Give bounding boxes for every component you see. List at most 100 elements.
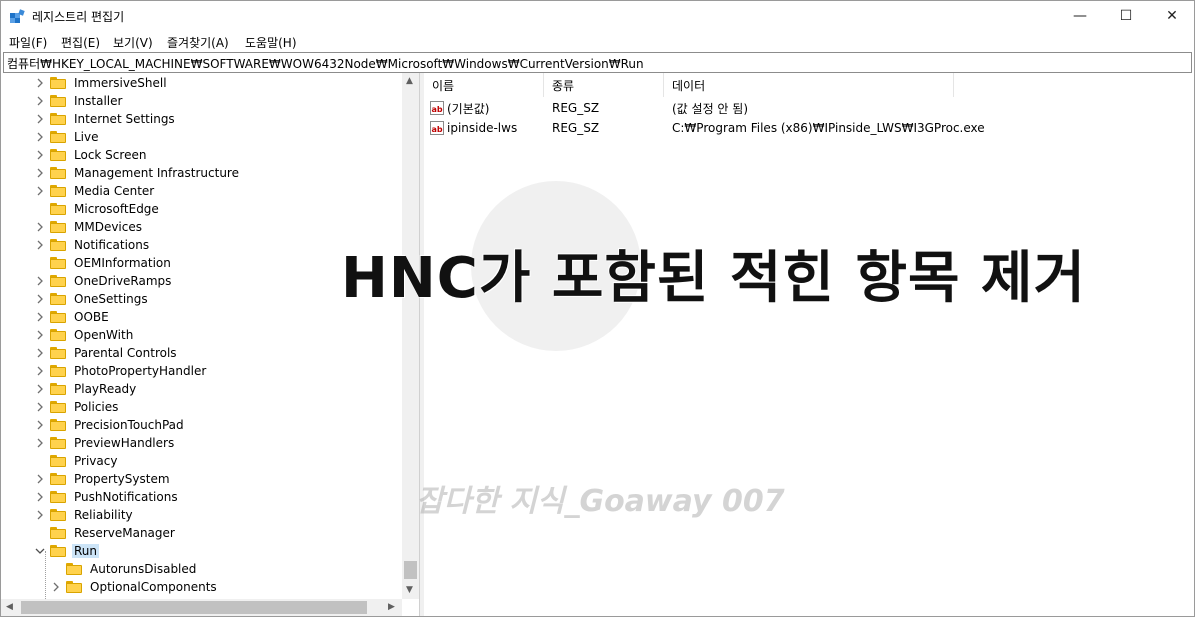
menu-help[interactable]: 도움말(H) — [245, 34, 297, 51]
folder-icon — [66, 581, 82, 593]
scroll-left-icon[interactable]: ◀ — [6, 602, 13, 612]
chevron-right-icon[interactable] — [35, 330, 45, 340]
tree-item[interactable]: PrecisionTouchPad — [35, 416, 186, 434]
minimize-button[interactable]: — — [1057, 1, 1103, 31]
tree-item-label: Management Infrastructure — [74, 166, 239, 180]
tree-vertical-scrollbar[interactable]: ▲ ▼ — [402, 73, 419, 599]
chevron-right-icon[interactable] — [35, 402, 45, 412]
column-header-type[interactable]: 종류 — [544, 73, 664, 97]
value-type: REG_SZ — [552, 121, 600, 135]
menu-view[interactable]: 보기(V) — [113, 34, 153, 51]
watermark-text: 잡다한 지식_Goaway 007 — [416, 484, 785, 519]
close-button[interactable]: ✕ — [1149, 1, 1194, 31]
tree-item[interactable]: Lock Screen — [35, 146, 148, 164]
menu-favorites[interactable]: 즐겨찾기(A) — [167, 34, 229, 51]
folder-icon — [50, 203, 66, 215]
chevron-right-icon[interactable] — [35, 348, 45, 358]
menu-bar: 파일(F) 편집(E) 보기(V) 즐겨찾기(A) 도움말(H) — [1, 31, 1194, 51]
title-bar[interactable]: 레지스트리 편집기 — ☐ ✕ — [1, 1, 1194, 31]
tree-horizontal-scrollbar[interactable]: ◀ ▶ — [1, 599, 402, 616]
tree-item[interactable]: Management Infrastructure — [35, 164, 241, 182]
tree-item[interactable]: OEMInformation — [35, 254, 173, 272]
chevron-right-icon[interactable] — [35, 294, 45, 304]
tree-item[interactable]: PlayReady — [35, 380, 138, 398]
chevron-right-icon[interactable] — [35, 420, 45, 430]
tree-item[interactable]: Policies — [35, 398, 120, 416]
chevron-right-icon[interactable] — [35, 240, 45, 250]
scroll-right-icon[interactable]: ▶ — [388, 602, 395, 612]
column-header-name[interactable]: 이름 — [424, 73, 544, 97]
scrollbar-thumb[interactable] — [404, 561, 417, 579]
column-header-data[interactable]: 데이터 — [664, 73, 954, 97]
tree-item[interactable]: OneDriveRamps — [35, 272, 173, 290]
chevron-right-icon[interactable] — [35, 312, 45, 322]
chevron-down-icon[interactable] — [35, 546, 45, 556]
tree-item[interactable]: MMDevices — [35, 218, 144, 236]
value-data: (값 설정 안 됨) — [672, 101, 749, 116]
folder-icon — [50, 293, 66, 305]
scroll-down-icon[interactable]: ▼ — [406, 585, 413, 595]
folder-icon — [50, 347, 66, 359]
tree-item[interactable]: Installer — [35, 92, 124, 110]
tree-item[interactable]: PhotoPropertyHandler — [35, 362, 208, 380]
chevron-right-icon[interactable] — [35, 276, 45, 286]
chevron-right-icon[interactable] — [51, 582, 61, 592]
tree-item[interactable]: Notifications — [35, 236, 151, 254]
key-tree[interactable]: ImmersiveShell Installer Internet Settings… — [1, 73, 420, 616]
chevron-right-icon[interactable] — [35, 510, 45, 520]
maximize-button[interactable]: ☐ — [1103, 1, 1149, 31]
tree-item[interactable]: Privacy — [35, 452, 119, 470]
scrollbar-thumb[interactable] — [21, 601, 367, 614]
chevron-right-icon[interactable] — [35, 168, 45, 178]
chevron-right-icon[interactable] — [35, 186, 45, 196]
folder-icon — [50, 437, 66, 449]
folder-icon — [50, 131, 66, 143]
chevron-right-icon[interactable] — [35, 78, 45, 88]
value-row-default[interactable]: ab (기본값) REG_SZ (값 설정 안 됨) — [430, 98, 748, 118]
tree-item[interactable]: ImmersiveShell — [35, 74, 169, 92]
tree-item[interactable]: Internet Settings — [35, 110, 177, 128]
tree-item-label: PushNotifications — [74, 490, 178, 504]
chevron-right-icon[interactable] — [35, 438, 45, 448]
menu-edit[interactable]: 편집(E) — [61, 34, 100, 51]
chevron-right-icon[interactable] — [35, 474, 45, 484]
tree-item[interactable]: OOBE — [35, 308, 111, 326]
folder-icon — [50, 365, 66, 377]
overlay-caption: HNC가 포함된 적힌 항목 제거 — [341, 246, 1087, 311]
tree-item[interactable]: PushNotifications — [35, 488, 180, 506]
folder-icon — [50, 275, 66, 287]
value-row-ipinside[interactable]: ab ipinside-lws REG_SZ C:₩Program Files … — [430, 118, 985, 138]
close-icon: ✕ — [1166, 8, 1178, 24]
tree-item[interactable]: Parental Controls — [35, 344, 179, 362]
chevron-right-icon[interactable] — [35, 366, 45, 376]
chevron-right-icon[interactable] — [35, 384, 45, 394]
tree-item[interactable]: Reliability — [35, 506, 135, 524]
window-title: 레지스트리 편집기 — [32, 10, 125, 24]
chevron-right-icon[interactable] — [35, 114, 45, 124]
menu-file[interactable]: 파일(F) — [9, 34, 47, 51]
chevron-right-icon[interactable] — [35, 96, 45, 106]
tree-item-label: ImmersiveShell — [74, 76, 167, 90]
chevron-right-icon[interactable] — [35, 132, 45, 142]
tree-item[interactable]: OpenWith — [35, 326, 135, 344]
tree-item[interactable]: OneSettings — [35, 290, 150, 308]
tree-item[interactable]: PropertySystem — [35, 470, 172, 488]
scroll-up-icon[interactable]: ▲ — [406, 76, 413, 86]
address-bar[interactable]: 컴퓨터₩HKEY_LOCAL_MACHINE₩SOFTWARE₩WOW6432N… — [3, 52, 1192, 73]
tree-item[interactable]: PreviewHandlers — [35, 434, 176, 452]
tree-item[interactable]: Live — [35, 128, 101, 146]
tree-item[interactable]: Media Center — [35, 182, 156, 200]
chevron-right-icon[interactable] — [35, 222, 45, 232]
chevron-right-icon[interactable] — [35, 150, 45, 160]
folder-icon — [50, 509, 66, 521]
folder-icon — [50, 185, 66, 197]
tree-item[interactable]: AutorunsDisabled — [51, 560, 198, 578]
folder-icon — [50, 167, 66, 179]
tree-item[interactable]: ReserveManager — [35, 524, 177, 542]
tree-item[interactable]: OptionalComponents — [51, 578, 219, 596]
registry-editor-window: 레지스트리 편집기 — ☐ ✕ 파일(F) 편집(E) 보기(V) 즐겨찾기(A… — [0, 0, 1195, 617]
tree-item[interactable]: MicrosoftEdge — [35, 200, 161, 218]
chevron-right-icon[interactable] — [35, 492, 45, 502]
tree-item-label: Installer — [74, 94, 123, 108]
